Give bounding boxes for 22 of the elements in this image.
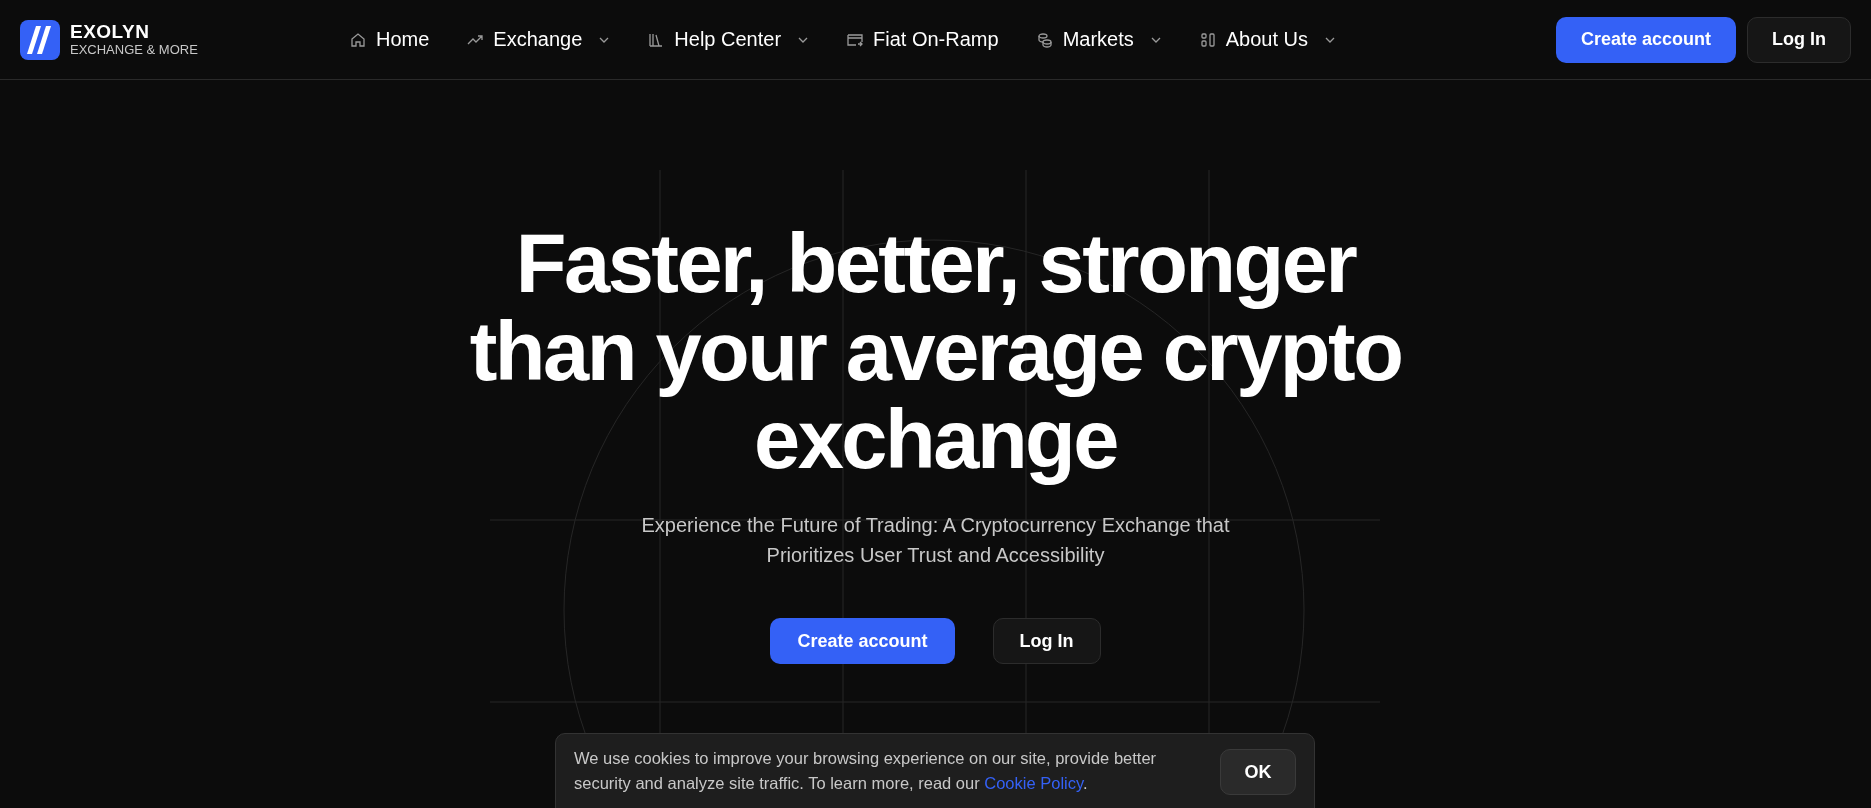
logo-icon	[20, 19, 60, 60]
hero-subtitle: Experience the Future of Trading: A Cryptocurrency Exchange that Prioritizes User Trust and Accessibility	[640, 513, 1231, 568]
blocks-icon	[1199, 31, 1216, 48]
nav-link[interactable]: Fiat On-Ramp	[847, 28, 999, 51]
brand-tagline: EXCHANGE & MORE	[70, 42, 198, 58]
brand-name: EXOLYN	[70, 21, 151, 43]
login-button[interactable]: Log In	[1747, 16, 1851, 63]
cookie-message: We use cookies to improve your browsing experience on our site, provide better security and analyze site traffic. To learn more, read our Cookie Policy.	[574, 748, 1158, 794]
nav-link[interactable]: Home	[350, 28, 430, 51]
login-button[interactable]: Log In	[992, 618, 1101, 664]
ok-button[interactable]: OK	[1220, 749, 1296, 795]
coins-icon	[1036, 31, 1053, 48]
nav-link[interactable]: About Us	[1199, 28, 1337, 51]
nav-link[interactable]: Exchange	[467, 28, 611, 51]
nav-link[interactable]: Help Center	[648, 28, 810, 51]
create-account-button[interactable]: Create account	[1555, 16, 1736, 63]
nav-link[interactable]: Markets	[1036, 28, 1162, 51]
home-icon	[350, 31, 366, 48]
create-account-button[interactable]: Create account	[770, 618, 955, 664]
books-icon	[648, 31, 665, 48]
card-arrow-icon	[847, 31, 864, 48]
hero-heading: Faster, better, stronger than your average crypto exchange	[468, 220, 1403, 484]
